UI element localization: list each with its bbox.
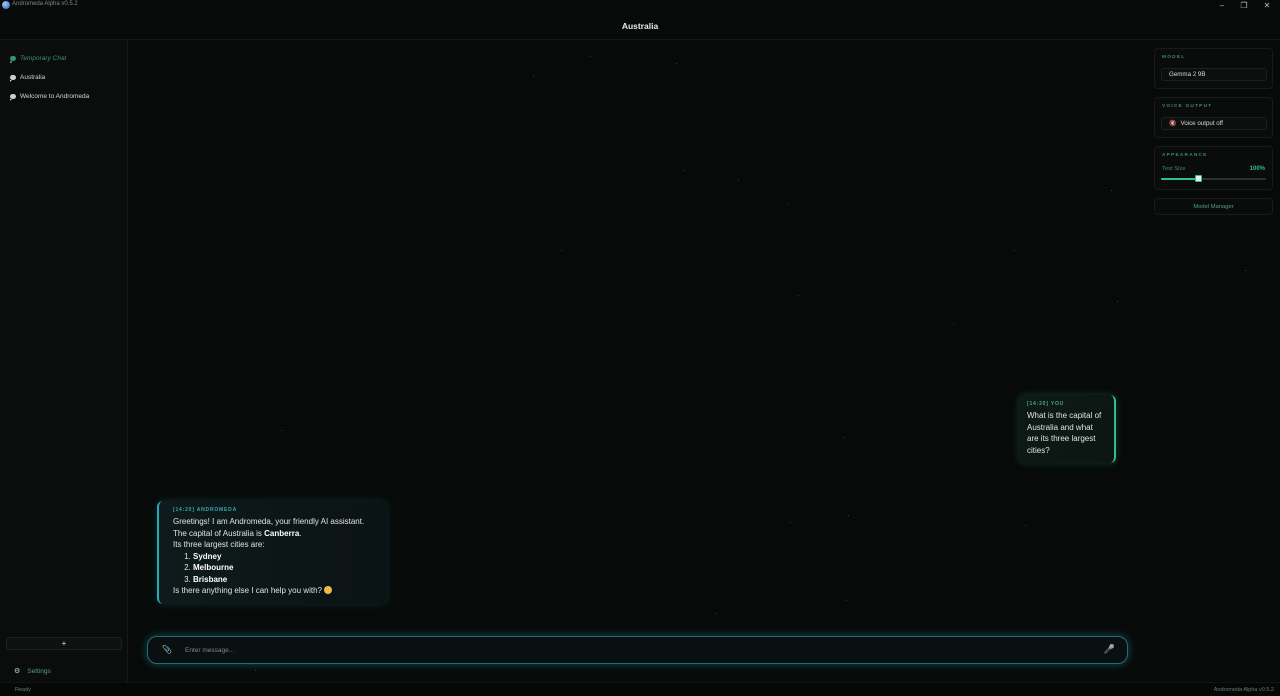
model-card: MODEL Gemma 2 9B xyxy=(1154,48,1273,89)
city-name: Melbourne xyxy=(193,563,234,572)
window-title: Andromeda Alpha v0.5.2 xyxy=(12,1,78,7)
sidebar-item-label: Welcome to Andromeda xyxy=(20,92,90,100)
page-title: Australia xyxy=(621,20,659,31)
microphone-icon[interactable]: 🎤 xyxy=(1104,644,1115,655)
voice-output-card: VOICE OUTPUT 🔇 Voice output off xyxy=(1154,97,1273,138)
maximize-button[interactable]: ❐ xyxy=(1233,0,1255,11)
text-size-label: Text Size xyxy=(1162,166,1186,172)
message-meta: [14:20] YOU xyxy=(1027,401,1065,407)
capital-prefix: The capital of Australia is xyxy=(173,528,265,538)
gear-icon: ⚙ xyxy=(14,668,21,675)
sidebar-item-label: Temporary Chat xyxy=(20,54,67,62)
greeting-line: Greetings! I am Andromeda, your friendly… xyxy=(173,517,365,526)
model-label: MODEL xyxy=(1162,55,1186,60)
model-manager-button[interactable]: Model Manager xyxy=(1154,198,1273,215)
appearance-card: APPEARANCE Text Size 100% xyxy=(1154,146,1273,190)
cities-intro: Its three largest cities are: xyxy=(173,540,265,549)
title-bar: Andromeda Alpha v0.5.2 – ❐ ✕ xyxy=(0,0,1280,12)
capital-line: The capital of Australia is Canberra. xyxy=(173,528,373,540)
list-item: Brisbane xyxy=(193,574,373,586)
slider-thumb[interactable] xyxy=(1194,175,1202,182)
closing-line: Is there anything else I can help you wi… xyxy=(173,585,373,597)
city-name: Brisbane xyxy=(193,574,228,584)
voice-output-value: Voice output off xyxy=(1180,120,1224,127)
status-text: Ready xyxy=(15,687,31,693)
chat-bubble-icon xyxy=(10,93,16,101)
smile-emoji-icon xyxy=(324,586,333,594)
list-item: Melbourne xyxy=(193,562,373,574)
sidebar-item-australia[interactable]: Australia xyxy=(10,71,120,83)
app-logo-icon xyxy=(2,1,10,9)
model-select[interactable]: Gemma 2 9B xyxy=(1161,68,1267,81)
sidebar-item-label: Australia xyxy=(20,73,46,81)
closing-text: Is there anything else I can help you wi… xyxy=(173,586,322,595)
sidebar-item-temporary-chat[interactable]: Temporary Chat xyxy=(10,52,120,64)
text-size-slider[interactable] xyxy=(1161,175,1266,182)
list-item: Sydney xyxy=(193,551,373,563)
close-button[interactable]: ✕ xyxy=(1256,0,1278,11)
message-meta: [14:20] ANDROMEDA xyxy=(173,507,237,513)
new-chat-button[interactable]: + xyxy=(6,637,122,650)
sidebar-item-welcome[interactable]: Welcome to Andromeda xyxy=(10,90,120,102)
version-text: Andromeda Alpha v0.5.2 xyxy=(1213,687,1274,693)
status-bar: Ready Andromeda Alpha v0.5.2 xyxy=(0,682,1280,696)
chat-area: [14:20] YOU What is the capital of Austr… xyxy=(128,40,1246,682)
user-message: [14:20] YOU What is the capital of Austr… xyxy=(1019,395,1116,463)
message-text: What is the capital of Australia and wha… xyxy=(1027,411,1102,455)
chat-bubble-icon xyxy=(10,55,16,63)
message-input[interactable] xyxy=(185,643,1085,657)
chat-bubble-icon xyxy=(10,74,16,82)
chat-header: Australia xyxy=(0,12,1280,40)
voice-output-label: VOICE OUTPUT xyxy=(1162,104,1213,109)
settings-label: Settings xyxy=(27,667,51,675)
cities-list: Sydney Melbourne Brisbane xyxy=(173,551,373,586)
speaker-icon: 🔇 xyxy=(1169,121,1177,127)
message-composer: 📎 🎤 xyxy=(147,636,1128,664)
assistant-message: [14:20] ANDROMEDA Greetings! I am Androm… xyxy=(157,501,387,604)
city-name: Sydney xyxy=(193,551,222,561)
model-value: Gemma 2 9B xyxy=(1169,71,1206,78)
slider-fill xyxy=(1161,178,1198,180)
appearance-label: APPEARANCE xyxy=(1162,153,1208,158)
text-size-value: 100% xyxy=(1249,166,1265,172)
settings-button[interactable]: ⚙ Settings xyxy=(14,665,51,677)
minimize-button[interactable]: – xyxy=(1211,0,1233,11)
voice-output-toggle[interactable]: 🔇 Voice output off xyxy=(1161,117,1267,130)
capital-name: Canberra xyxy=(264,528,300,538)
paperclip-icon[interactable]: 📎 xyxy=(162,645,172,654)
app-window: Andromeda Alpha v0.5.2 – ❐ ✕ Australia T… xyxy=(0,0,1280,696)
capital-suffix: . xyxy=(299,528,302,538)
sidebar: Temporary Chat Australia Welcome to Andr… xyxy=(0,40,128,682)
message-body: Greetings! I am Andromeda, your friendly… xyxy=(173,516,373,597)
